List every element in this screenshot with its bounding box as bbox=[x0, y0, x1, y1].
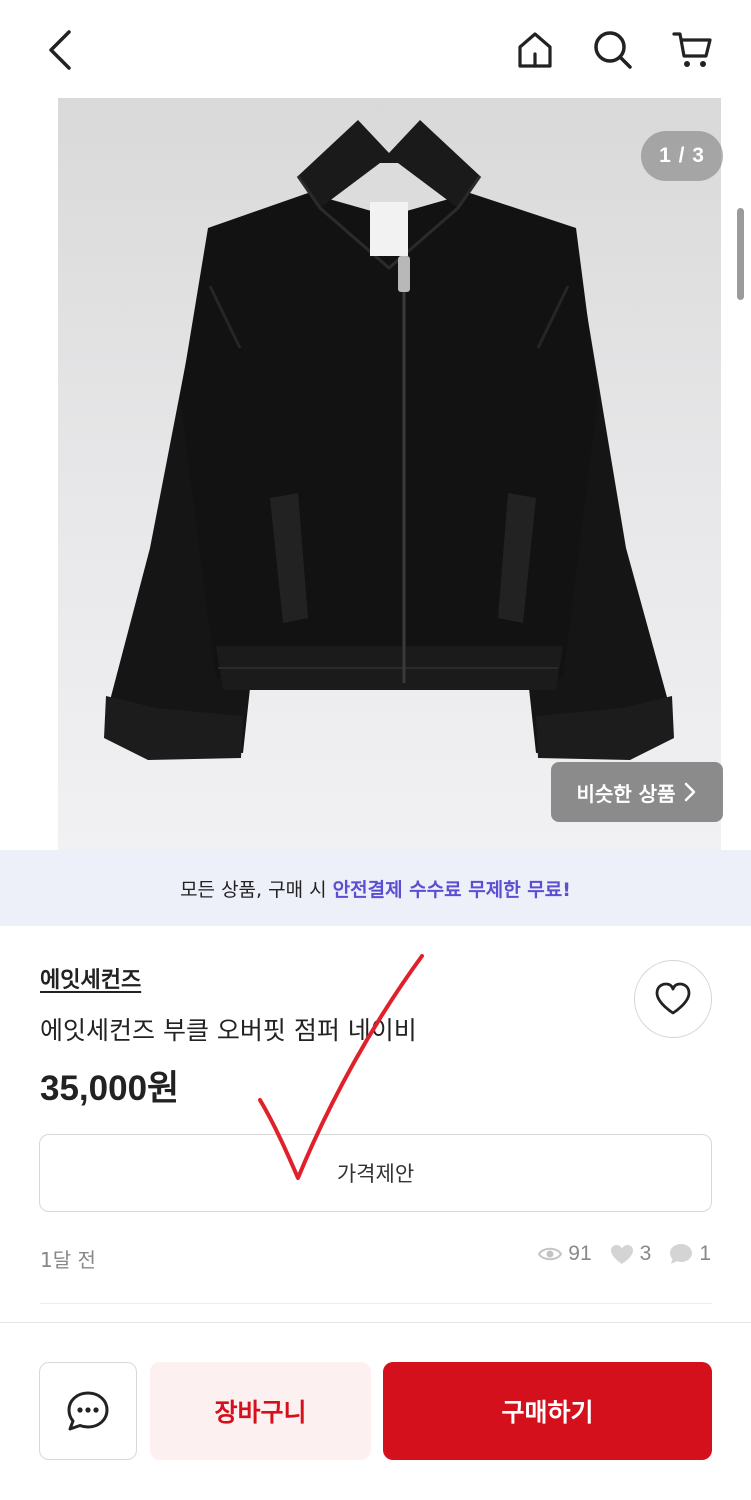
chat-icon bbox=[67, 1391, 109, 1431]
top-bar bbox=[0, 0, 751, 98]
buy-button[interactable]: 구매하기 bbox=[383, 1362, 712, 1460]
product-stats: 91 3 1 bbox=[526, 1242, 711, 1266]
product-title: 에잇세컨즈 부클 오버핏 점퍼 네이비 bbox=[40, 1016, 417, 1045]
heart-icon bbox=[610, 1244, 633, 1264]
brand-link[interactable]: 에잇세컨즈 bbox=[40, 962, 141, 994]
home-icon bbox=[518, 32, 552, 68]
views-count: 91 bbox=[568, 1242, 592, 1265]
promo-prefix: 모든 상품, 구매 시 bbox=[180, 878, 333, 901]
search-icon bbox=[594, 31, 632, 69]
promo-highlight: 안전결제 수수료 무제한 무료! bbox=[332, 878, 571, 901]
likes-count: 3 bbox=[639, 1242, 652, 1265]
chats-stat: 1 bbox=[669, 1242, 711, 1266]
add-to-cart-button[interactable]: 장바구니 bbox=[150, 1362, 371, 1460]
image-counter: 1 / 3 bbox=[641, 131, 723, 181]
divider bbox=[40, 1303, 712, 1304]
gallery-scrollbar[interactable] bbox=[737, 208, 744, 300]
chat-button[interactable] bbox=[39, 1362, 137, 1460]
chevron-right-icon bbox=[685, 782, 696, 802]
price-offer-label: 가격제안 bbox=[336, 1162, 415, 1186]
likes-stat: 3 bbox=[610, 1242, 652, 1266]
price-offer-button[interactable]: 가격제안 bbox=[39, 1134, 712, 1212]
product-photo[interactable] bbox=[58, 98, 721, 850]
product-price: 35,000원 bbox=[40, 1069, 180, 1108]
product-gallery[interactable] bbox=[0, 98, 751, 850]
views-stat: 91 bbox=[538, 1242, 592, 1266]
home-button[interactable] bbox=[505, 20, 565, 80]
jacket-image bbox=[104, 120, 674, 760]
like-button[interactable] bbox=[634, 960, 712, 1038]
cart-icon bbox=[672, 32, 712, 67]
search-button[interactable] bbox=[583, 20, 643, 80]
chats-count: 1 bbox=[699, 1242, 711, 1265]
similar-products-label: 비슷한 상품 bbox=[576, 781, 676, 806]
heart-icon bbox=[655, 982, 691, 1015]
safe-payment-banner: 모든 상품, 구매 시 안전결제 수수료 무제한 무료! bbox=[0, 850, 751, 926]
eye-icon bbox=[538, 1247, 563, 1261]
chat-bubble-icon bbox=[670, 1244, 693, 1264]
posted-time: 1달 전 bbox=[40, 1248, 96, 1272]
chevron-left-icon bbox=[49, 30, 71, 70]
back-button[interactable] bbox=[30, 20, 90, 80]
cart-button[interactable] bbox=[662, 20, 722, 80]
similar-products-button[interactable]: 비슷한 상품 bbox=[551, 762, 723, 822]
